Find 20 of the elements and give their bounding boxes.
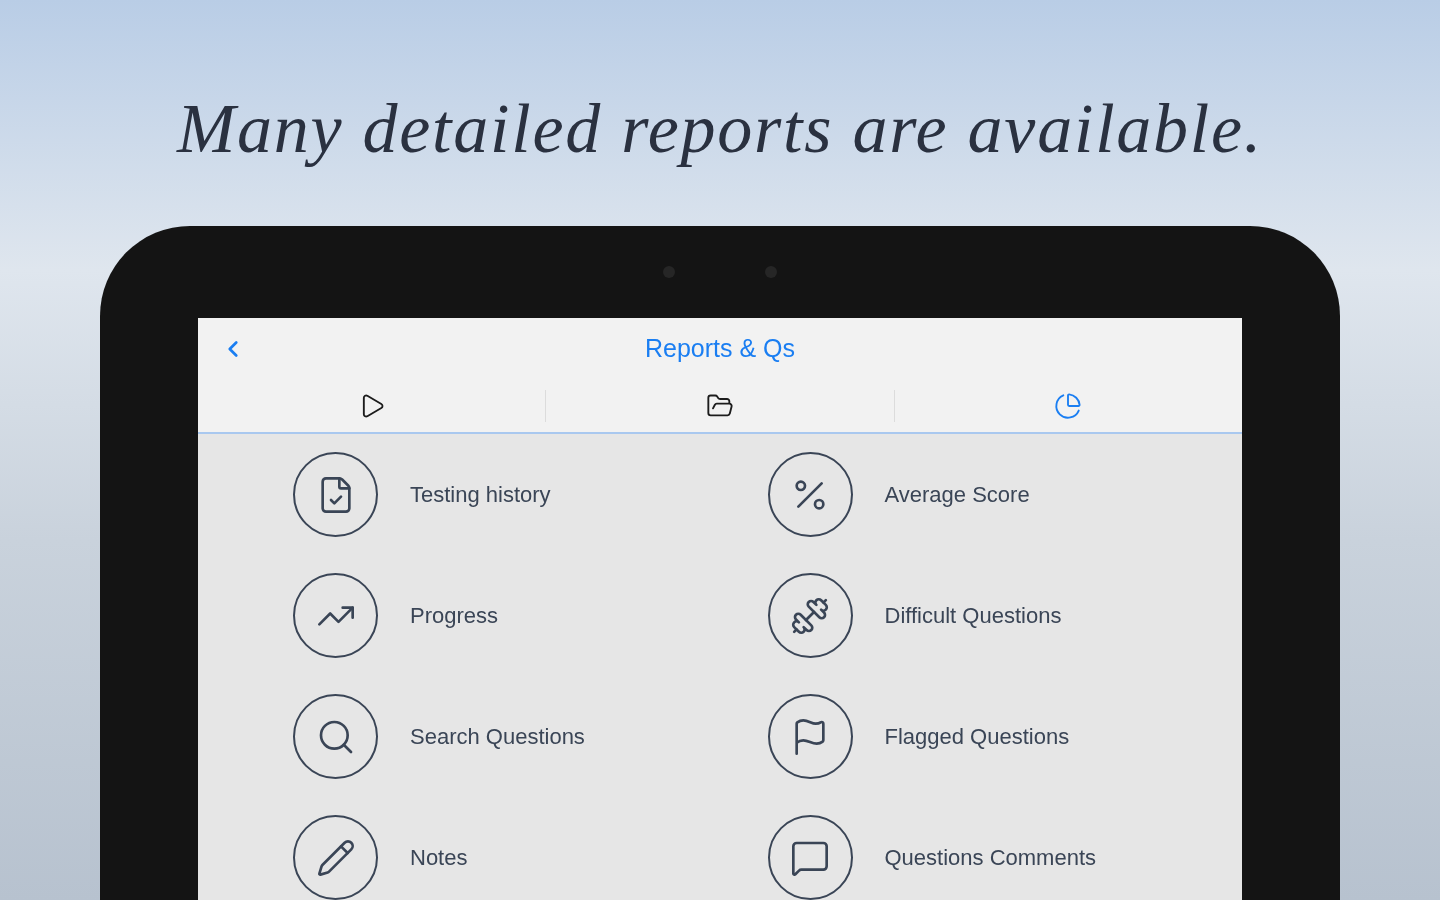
report-label: Search Questions: [410, 723, 585, 751]
report-icon-button[interactable]: [767, 694, 853, 779]
report-icon-button[interactable]: [293, 452, 378, 537]
pencil-icon: [315, 837, 356, 878]
report-icon-button[interactable]: [293, 815, 378, 900]
report-label: Difficult Questions: [884, 602, 1062, 630]
report-label: Flagged Questions: [884, 723, 1070, 751]
report-label: Average Score: [884, 481, 1030, 509]
report-label: Progress: [410, 602, 499, 630]
report-label: Testing history: [410, 481, 551, 509]
report-icon-button[interactable]: [293, 694, 378, 779]
report-label: Questions Comments: [884, 844, 1097, 872]
dumbbell-icon: [790, 595, 830, 636]
report-icon-button[interactable]: [767, 815, 853, 900]
report-icon-button[interactable]: [767, 573, 853, 658]
report-icon-button[interactable]: [767, 452, 853, 537]
screen-title: Reports & Qs: [644, 333, 796, 365]
headline: Many detailed reports are available.: [176, 89, 1264, 169]
report-icon-button[interactable]: [293, 573, 378, 658]
report-label: Notes: [410, 844, 468, 872]
